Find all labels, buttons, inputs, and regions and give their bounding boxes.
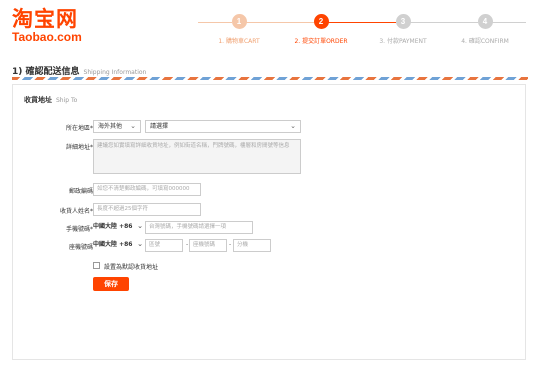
chevron-down-icon: ⌄	[290, 122, 296, 130]
extension-input[interactable]: 分機	[233, 239, 271, 252]
address-placeholder: 建議您如實填寫詳細收貨地址，例如街道名稱，門牌號碼，樓層和房間號等信息	[97, 143, 290, 149]
step-label: 1. 購物車CART	[218, 38, 260, 45]
section-subtitle: Shipping Information	[83, 69, 147, 76]
mobile-label-text: 手機號碼	[65, 226, 90, 233]
area-select-value: 請選擇	[150, 123, 169, 130]
recipient-label: 收貨人姓名*	[59, 208, 93, 215]
area-select[interactable]: 請選擇 ⌄	[145, 120, 301, 133]
region-label: 所在地區*	[65, 125, 93, 132]
mobile-country-select[interactable]: 中國大陸 +86 ⌄	[93, 221, 143, 234]
step-number: 2	[313, 14, 329, 29]
section-title-text: 1) 確認配送信息	[12, 67, 80, 77]
landline-country-value: 中國大陸 +86	[93, 241, 133, 248]
step-confirm: 4 4. 確認CONFIRM	[445, 14, 525, 45]
section-title: 1) 確認配送信息 Shipping Information	[12, 64, 146, 77]
chevron-down-icon: ⌄	[130, 122, 136, 130]
step-label: 2. 提交訂單ORDER	[294, 38, 348, 45]
panel-title-text: 收貨地址	[24, 96, 52, 104]
landline-label: 座機號碼	[7, 242, 93, 251]
address-label-text: 詳細地址	[65, 144, 90, 151]
default-address-checkbox[interactable]	[93, 262, 100, 269]
extension-placeholder: 分機	[237, 242, 249, 248]
mobile-country-value: 中國大陸 +86	[93, 223, 133, 230]
landline-number-input[interactable]: 座機號碼	[189, 239, 227, 252]
checkout-progress: 1 1. 購物車CART 2 2. 提交訂單ORDER 3 3. 付款PAYME…	[198, 14, 528, 48]
address-textarea[interactable]: 建議您如實填寫詳細收貨地址，例如街道名稱，門牌號碼，樓層和房間號等信息	[93, 139, 301, 174]
step-cart: 1 1. 購物車CART	[199, 14, 279, 45]
step-payment: 3 3. 付款PAYMENT	[363, 14, 443, 45]
region-label-text: 所在地區	[65, 125, 90, 132]
country-select[interactable]: 海外其他 ⌄	[93, 120, 141, 133]
mobile-placeholder: 台灣號碼，手機號碼請選擇一項	[149, 224, 227, 230]
chevron-down-icon: ⌄	[137, 240, 143, 248]
shipping-address-panel: 收貨地址 Ship To 所在地區* 海外其他 ⌄ 請選擇 ⌄ 詳細地址* 建議您…	[12, 84, 526, 360]
address-label: 詳細地址*	[65, 144, 93, 151]
postcode-label-text: 郵政編碼	[68, 188, 93, 195]
default-address-label: 設置為默認收貨地址	[104, 264, 159, 271]
step-label: 3. 付款PAYMENT	[379, 38, 427, 45]
mobile-input[interactable]: 台灣號碼，手機號碼請選擇一項	[145, 221, 253, 234]
recipient-label-text: 收貨人姓名	[59, 208, 90, 215]
step-number: 4	[477, 14, 493, 29]
taobao-logo[interactable]: 淘宝网 Taobao.com	[12, 8, 92, 43]
country-select-value: 海外其他	[98, 123, 123, 130]
logo-english: Taobao.com	[12, 30, 82, 44]
step-number: 1	[231, 14, 247, 29]
postcode-placeholder: 如您不清楚郵政編碼，可填寫000000	[97, 186, 190, 192]
phone-separator: -	[229, 241, 232, 248]
area-code-input[interactable]: 區號	[145, 239, 183, 252]
landline-label-text: 座機號碼	[68, 244, 93, 251]
panel-title-en: Ship To	[56, 97, 78, 104]
recipient-placeholder: 長度不超過25個字符	[97, 206, 148, 212]
landline-number-placeholder: 座機號碼	[193, 242, 216, 248]
phone-separator: -	[186, 241, 189, 248]
chevron-down-icon: ⌄	[137, 222, 143, 230]
airmail-stripe-divider	[12, 77, 528, 80]
recipient-input[interactable]: 長度不超過25個字符	[93, 203, 201, 216]
mobile-label: 手機號碼*	[65, 226, 93, 233]
area-code-placeholder: 區號	[149, 242, 161, 248]
landline-country-select[interactable]: 中國大陸 +86 ⌄	[93, 239, 143, 252]
step-number: 3	[395, 14, 411, 29]
postcode-label: 郵政編碼	[7, 186, 93, 195]
save-button[interactable]: 保存	[93, 277, 129, 291]
panel-title: 收貨地址 Ship To	[24, 95, 77, 105]
logo-chinese: 淘宝网	[12, 7, 78, 31]
postcode-input[interactable]: 如您不清楚郵政編碼，可填寫000000	[93, 183, 201, 196]
step-label: 4. 確認CONFIRM	[461, 38, 509, 45]
step-order: 2 2. 提交訂單ORDER	[281, 14, 361, 45]
